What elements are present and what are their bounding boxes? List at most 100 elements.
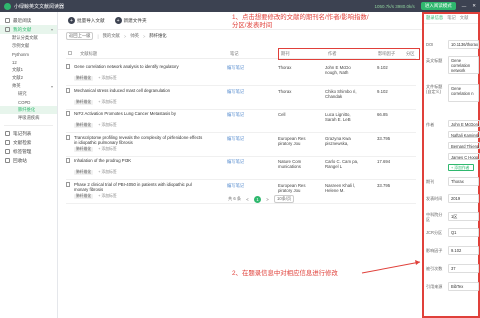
row-authors[interactable]: Luca Lignitto, Sarah E. LeB [325,112,363,122]
tag[interactable]: 肺纤维化 [74,193,94,199]
row-journal[interactable]: Thorax [278,89,320,94]
row-impact[interactable]: 66.85 [377,112,388,117]
sidebar-item-my-docs[interactable]: 我的文献 ▾ [0,25,57,34]
cas-zone-field[interactable]: 1区 [448,212,479,221]
add-tag-button[interactable]: + 添加标签 [96,147,118,152]
row-journal[interactable]: Cell [278,112,320,117]
row-authors[interactable]: Grazyna Kwa pisznewska, [325,136,363,146]
row-title[interactable]: Gene correlation network analysis to ide… [74,64,204,69]
sidebar-item-sample[interactable]: 示例文献 [0,42,57,50]
tag[interactable]: 肺纤维化 [74,170,94,175]
add-tag-button[interactable]: + 添加标签 [96,170,118,175]
row-title[interactable]: Inhalation of the prodrug PI3K [74,158,204,163]
write-note-link[interactable]: 编写笔记 [227,183,244,189]
author-tag[interactable]: Bernard Thienpont [448,142,480,149]
sidebar-item-doc1[interactable]: 文献1 [0,66,57,74]
sidebar-item-doc2[interactable]: 文献2 [0,74,57,82]
write-note-link[interactable]: 编写笔记 [227,112,244,118]
tab-notes[interactable]: 笔记 [447,15,456,21]
sidebar-item-copd[interactable]: COPD [0,98,57,106]
tab-docs[interactable]: 文献 [460,15,469,21]
write-note-link[interactable]: 编写笔记 [227,89,244,95]
author-tag[interactable]: John E McDonough [448,120,480,127]
tag[interactable]: 肺纤维化 [74,123,94,128]
citation-source-field[interactable]: BibTex [448,282,479,291]
sidebar-item-pythonm[interactable]: Pythonm [0,50,57,58]
col-note[interactable]: 笔记 [230,51,239,57]
page-size-select[interactable]: 10条/页 [274,195,295,203]
row-impact[interactable]: 33.795 [377,183,390,188]
add-author-button[interactable]: + 添加作者 [448,164,474,171]
row-title[interactable]: NrF2 Activation Promotes Lung Cancer Met… [74,111,204,116]
breadcrumb-current: 肺纤维化 [149,33,167,38]
page-number[interactable]: 1 [254,195,262,203]
write-note-link[interactable]: 编写笔记 [227,136,244,142]
next-page-button[interactable]: > [264,196,271,203]
add-tag-button[interactable]: + 添加标签 [96,100,118,105]
table-row[interactable]: NrF2 Activation Promotes Lung Cancer Met… [66,108,416,133]
journal-field[interactable]: Thorax [448,177,479,186]
col-title[interactable]: 文献标题 [80,51,97,57]
year-field[interactable]: 2019 [448,194,479,203]
row-authors[interactable]: Carlo C. Cam pa, Rangel L [325,159,363,169]
select-all-checkbox[interactable] [68,51,72,56]
row-journal[interactable]: European Res piratory Jou [278,136,320,146]
sidebar-item-fibrosis[interactable]: 肺纤维化 [0,106,57,114]
add-tag-button[interactable]: + 添加标签 [96,123,118,128]
author-tag[interactable]: Naftali Kaminski [448,131,480,138]
sidebar-item-shuaiying[interactable]: 帅英 ▾ [0,82,57,90]
sidebar-item-research[interactable]: 研究 [0,90,57,98]
sidebar-item-search[interactable]: 文献检索 [0,138,57,147]
row-title[interactable]: Phase 2 clinical trial of PBI-4050 in pa… [74,182,204,192]
row-impact[interactable]: 17.694 [377,159,390,164]
write-note-link[interactable]: 编写笔记 [227,159,244,165]
row-title[interactable]: Mechanical stress induced mast cell degr… [74,88,204,93]
tab-metadata[interactable]: 题录信息 [426,15,443,21]
sidebar-item-trash[interactable]: 回收站 [0,156,57,165]
tag[interactable]: 肺纤维化 [74,76,94,81]
table-row[interactable]: Mechanical stress induced mast cell degr… [66,85,416,110]
sidebar-item-notes[interactable]: 笔记列表 [0,129,57,138]
row-authors[interactable]: John E McDo nough, Nath [325,65,363,75]
row-journal[interactable]: Nature Com munications [278,159,320,169]
prev-page-button[interactable]: < [244,196,251,203]
tag[interactable]: 肺纤维化 [74,146,94,152]
row-impact[interactable]: 9.102 [377,65,388,70]
breadcrumb-item[interactable]: 帅英 [130,33,139,39]
custom-title-field[interactable]: Gene correlation n [448,84,479,102]
citations-field[interactable]: 37 [448,264,479,273]
sidebar-item-tags[interactable]: 标签管理 [0,147,57,156]
add-tag-button[interactable]: + 添加标签 [96,76,118,81]
row-authors[interactable]: Chiko Shimbo ri, Chandak [325,89,363,99]
tag[interactable]: 肺纤维化 [74,99,94,105]
row-authors[interactable]: Nasreen Khali l, Helene M. [325,183,363,193]
table-row[interactable]: Gene correlation network analysis to ide… [66,61,416,86]
impact-factor-field[interactable]: 9.102 [448,246,479,255]
doi-field[interactable]: 10.1136/thoraxjnl [448,40,479,49]
reading-mode-button[interactable]: 进入阅读模式 [420,2,456,10]
new-folder-button[interactable]: + 新建文件夹 [114,17,147,24]
author-tag[interactable]: James C Hogg [448,153,480,160]
breadcrumb-item[interactable]: 我的文献 [103,33,120,39]
sidebar-item-respiratory[interactable]: 呼吸道疾病 [0,114,57,122]
chevron-down-icon: ▾ [50,83,53,89]
row-journal[interactable]: Thorax [278,65,320,70]
row-journal[interactable]: European Res piratory Jou [278,183,320,193]
search-icon [5,140,10,145]
row-title[interactable]: Transcriptome profiling reveals the comp… [74,135,204,145]
sidebar-item-12[interactable]: 12 [0,58,57,66]
jcr-zone-field[interactable]: Q1 [448,228,479,237]
table-row[interactable]: Inhalation of the prodrug PI3K 肺纤维化 + 添加标签… [66,155,416,180]
add-tag-button[interactable]: + 添加标签 [96,194,118,199]
sidebar-item-default[interactable]: 默认分类文献 [0,34,57,42]
table-row[interactable]: Transcriptome profiling reveals the comp… [66,132,416,157]
import-button[interactable]: + 批量导入文献 [68,17,105,24]
row-impact[interactable]: 9.102 [377,89,388,94]
close-icon[interactable]: ✕ [472,3,476,9]
row-impact[interactable]: 33.795 [377,136,390,141]
write-note-link[interactable]: 编写笔记 [227,65,244,71]
sidebar-item-recent[interactable]: 最近阅读 [0,16,57,25]
english-title-field[interactable]: Gene correlation network analysis to opa… [448,56,479,74]
back-button[interactable]: 返回上一级 [66,32,94,40]
minimize-icon[interactable]: — [462,4,467,9]
